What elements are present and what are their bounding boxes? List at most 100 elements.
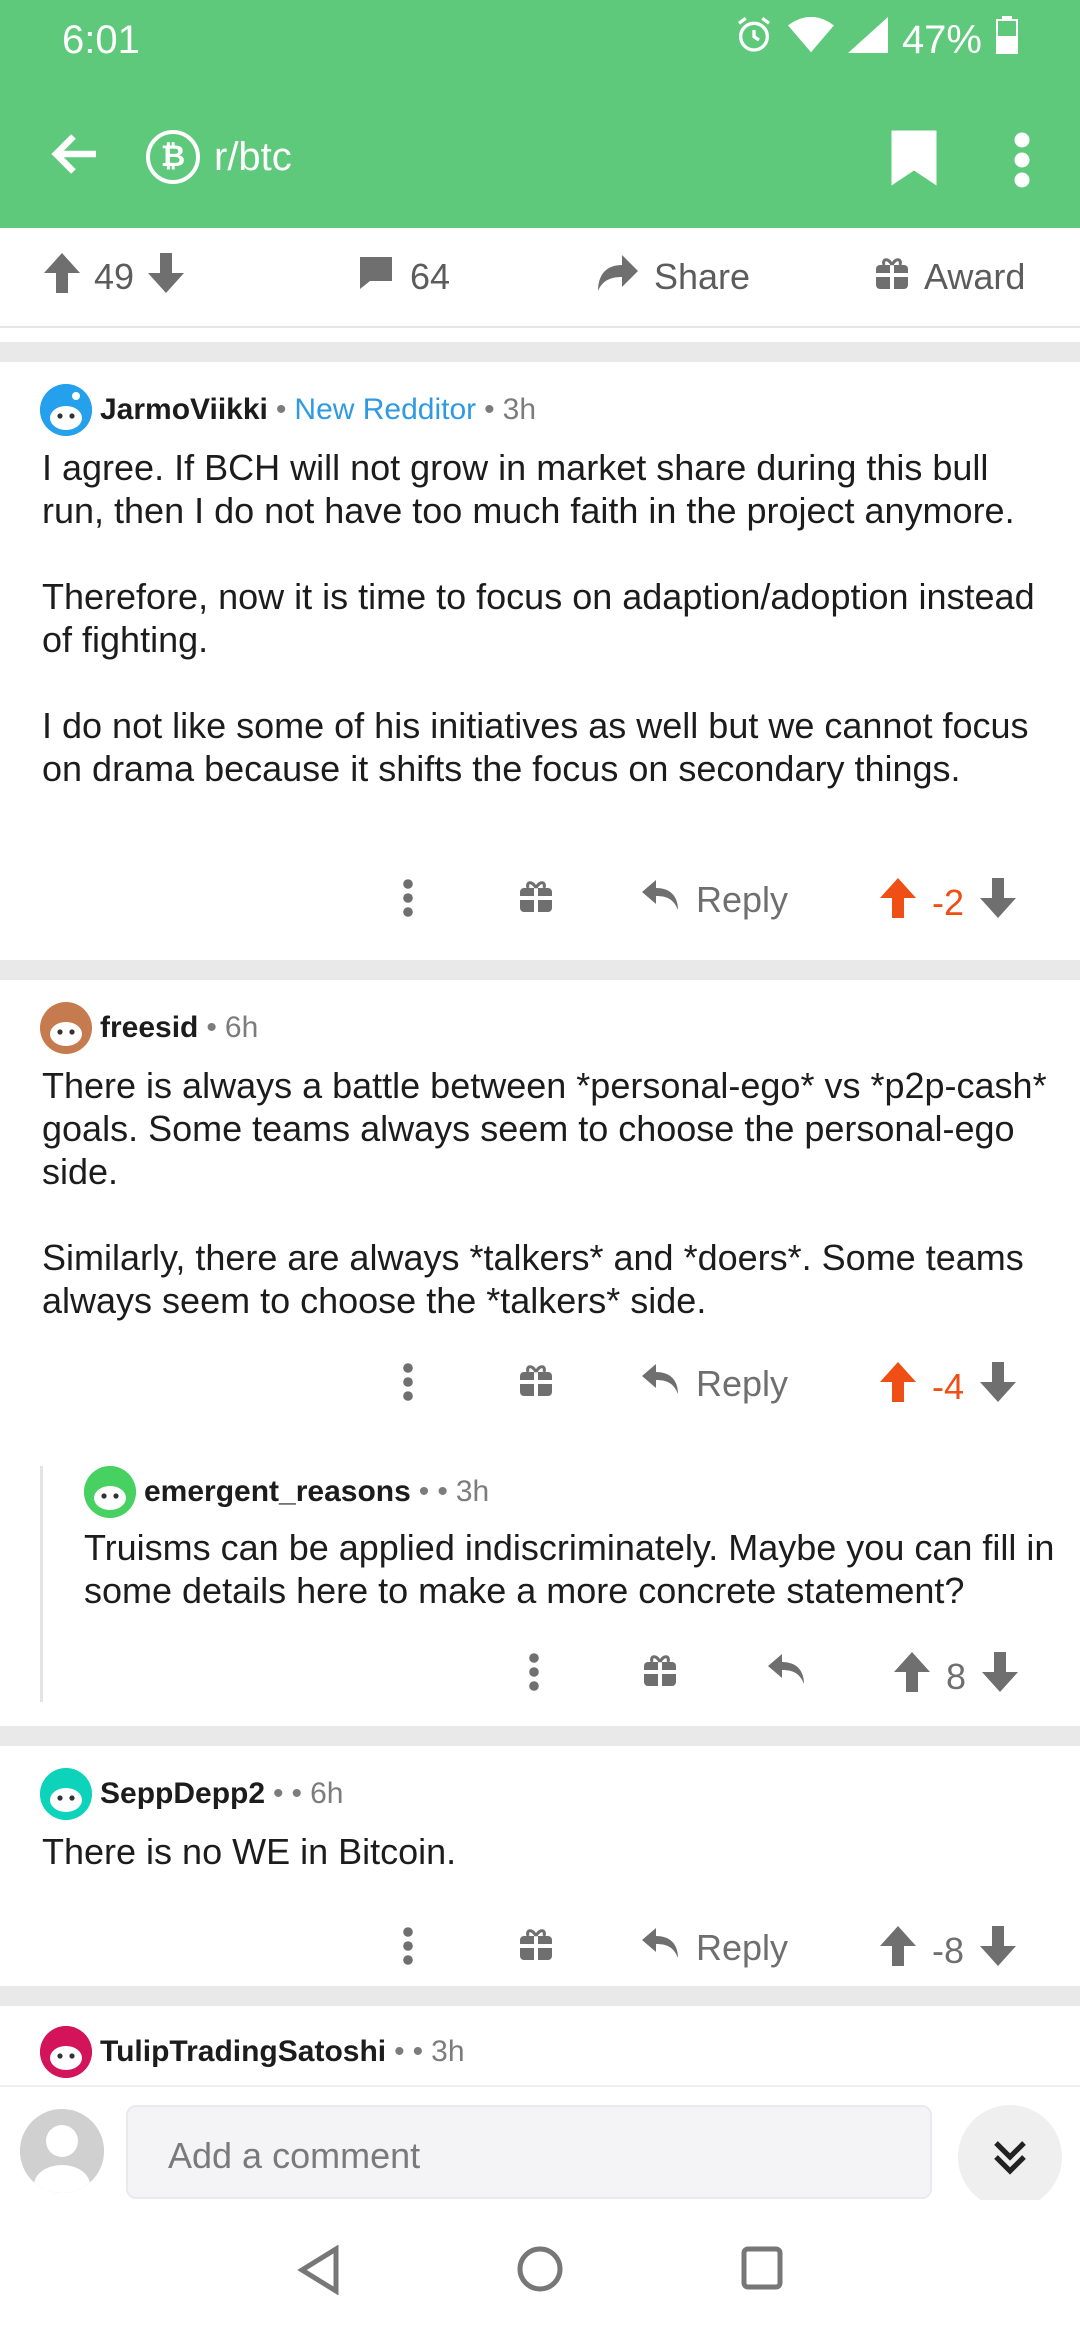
comment-header: freesid • 6h xyxy=(40,1002,258,1054)
username[interactable]: emergent_reasons xyxy=(144,1475,411,1509)
comment-header: emergent_reasons • • 3h xyxy=(84,1466,489,1518)
username[interactable]: freesid xyxy=(100,1011,198,1045)
username[interactable]: TulipTradingSatoshi xyxy=(100,2035,386,2069)
nav-back-icon[interactable] xyxy=(296,2244,342,2300)
avatar[interactable] xyxy=(40,1002,92,1054)
reply-button[interactable]: Reply xyxy=(640,1926,788,1969)
separator-dot: • xyxy=(273,1777,284,1810)
post-comments-button[interactable]: 64 xyxy=(356,253,450,302)
comment-paragraph: There is always a battle between *person… xyxy=(42,1065,1047,1192)
comment-actions: Reply -4 xyxy=(0,1362,1080,1422)
comment-count: 64 xyxy=(410,256,451,297)
avatar[interactable] xyxy=(40,1768,92,1820)
comment-score: -4 xyxy=(932,1365,965,1407)
comment-body: Truisms can be applied indiscriminately.… xyxy=(84,1526,1056,1612)
reply-button[interactable] xyxy=(766,1652,806,1695)
comment-paragraph: Truisms can be applied indiscriminately.… xyxy=(84,1527,1055,1611)
subreddit-name: r/btc xyxy=(214,134,292,179)
reply-label: Reply xyxy=(696,1926,789,1968)
award-gift-icon[interactable] xyxy=(518,1926,554,1962)
battery-percent: 47% xyxy=(901,17,982,62)
post-score: 49 xyxy=(94,256,135,297)
comment-age: 6h xyxy=(310,1777,344,1810)
user-avatar[interactable] xyxy=(20,2109,104,2193)
comment-header: TulipTradingSatoshi • • 3h xyxy=(40,2026,465,2078)
post-vote: 49 xyxy=(44,252,185,302)
more-options-icon[interactable] xyxy=(400,1362,416,1402)
comment-age: 3h xyxy=(455,1475,490,1508)
back-arrow-icon[interactable] xyxy=(46,124,106,184)
nav-recents-icon[interactable] xyxy=(740,2245,784,2296)
comment-body: There is no WE in Bitcoin. xyxy=(42,1830,1042,1873)
comment-paragraph: Similarly, there are always *talkers* an… xyxy=(42,1237,1024,1321)
downvote-icon[interactable] xyxy=(980,1362,1017,1411)
award-button[interactable]: Award xyxy=(874,255,1025,300)
reply-label: Reply xyxy=(696,878,789,920)
share-label: Share xyxy=(654,256,751,297)
upvote-icon[interactable] xyxy=(880,1926,916,1975)
divider xyxy=(0,342,1080,362)
more-options-icon[interactable] xyxy=(400,878,416,918)
comment-actions: Reply -2 xyxy=(0,878,1080,938)
avatar[interactable] xyxy=(40,2026,92,2078)
comment-age: 3h xyxy=(431,2035,465,2068)
more-options-icon[interactable] xyxy=(526,1652,542,1692)
divider xyxy=(0,1986,1080,2006)
separator-dot: • xyxy=(291,1777,303,1810)
comment-vote: -2 xyxy=(880,878,1017,927)
username[interactable]: SeppDepp2 xyxy=(100,1777,265,1811)
bitcoin-icon: ₿ xyxy=(146,130,200,184)
avatar[interactable] xyxy=(40,384,92,436)
downvote-icon[interactable] xyxy=(980,878,1017,927)
award-gift-icon[interactable] xyxy=(518,1362,554,1398)
wifi-icon xyxy=(787,16,834,63)
award-gift-icon[interactable] xyxy=(642,1652,678,1688)
comment-paragraph: There is no WE in Bitcoin. xyxy=(42,1831,457,1872)
downvote-icon[interactable] xyxy=(148,252,185,302)
bookmark-icon[interactable] xyxy=(888,128,940,193)
comment-paragraph: Therefore, now it is time to focus on ad… xyxy=(42,576,1035,660)
subreddit-title[interactable]: ₿ r/btc xyxy=(146,130,292,184)
more-options-icon[interactable] xyxy=(400,1926,416,1966)
downvote-icon[interactable] xyxy=(982,1652,1019,1701)
divider xyxy=(0,1726,1080,1746)
award-gift-icon[interactable] xyxy=(518,878,554,914)
share-button[interactable]: Share xyxy=(596,253,750,302)
avatar[interactable] xyxy=(84,1466,136,1518)
nav-home-icon[interactable] xyxy=(516,2245,564,2298)
share-icon xyxy=(596,253,640,302)
comment-header: SeppDepp2 • • 6h xyxy=(40,1768,343,1820)
comment-vote: -8 xyxy=(880,1926,1017,1975)
upvote-icon[interactable] xyxy=(44,252,80,302)
comment-age: 6h xyxy=(224,1011,259,1044)
comment-score: -2 xyxy=(932,881,965,923)
upvote-icon[interactable] xyxy=(880,878,916,927)
separator-dot: • xyxy=(437,1475,448,1508)
more-options-icon[interactable] xyxy=(1010,130,1034,195)
add-comment-input[interactable]: Add a comment xyxy=(126,2105,932,2199)
post-action-bar: 49 64 Share Award xyxy=(0,228,1080,328)
comment-composer: Add a comment xyxy=(0,2085,1080,2209)
reply-icon xyxy=(640,1362,680,1405)
collapse-chevron-icon[interactable] xyxy=(958,2105,1062,2209)
comment-vote: 8 xyxy=(894,1652,1019,1701)
comment-age: 3h xyxy=(502,393,537,426)
username[interactable]: JarmoViikki xyxy=(100,393,268,427)
comment-paragraph: I agree. If BCH will not grow in market … xyxy=(42,447,1015,531)
comment-score: -8 xyxy=(932,1929,965,1971)
separator-dot: • xyxy=(275,393,287,426)
reply-label: Reply xyxy=(696,1362,789,1404)
comment-body: I agree. If BCH will not grow in market … xyxy=(42,446,1042,790)
gift-icon xyxy=(874,255,910,300)
upvote-icon[interactable] xyxy=(880,1362,916,1411)
reply-icon xyxy=(766,1652,806,1695)
separator-dot: • xyxy=(412,2035,424,2068)
downvote-icon[interactable] xyxy=(980,1926,1017,1975)
app-bar: ₿ r/btc xyxy=(0,80,1080,228)
reply-button[interactable]: Reply xyxy=(640,878,788,921)
upvote-icon[interactable] xyxy=(894,1652,930,1701)
comment-body: There is always a battle between *person… xyxy=(42,1064,1052,1322)
status-time: 6:01 xyxy=(62,17,140,62)
signal-icon xyxy=(847,17,888,63)
reply-button[interactable]: Reply xyxy=(640,1362,788,1405)
